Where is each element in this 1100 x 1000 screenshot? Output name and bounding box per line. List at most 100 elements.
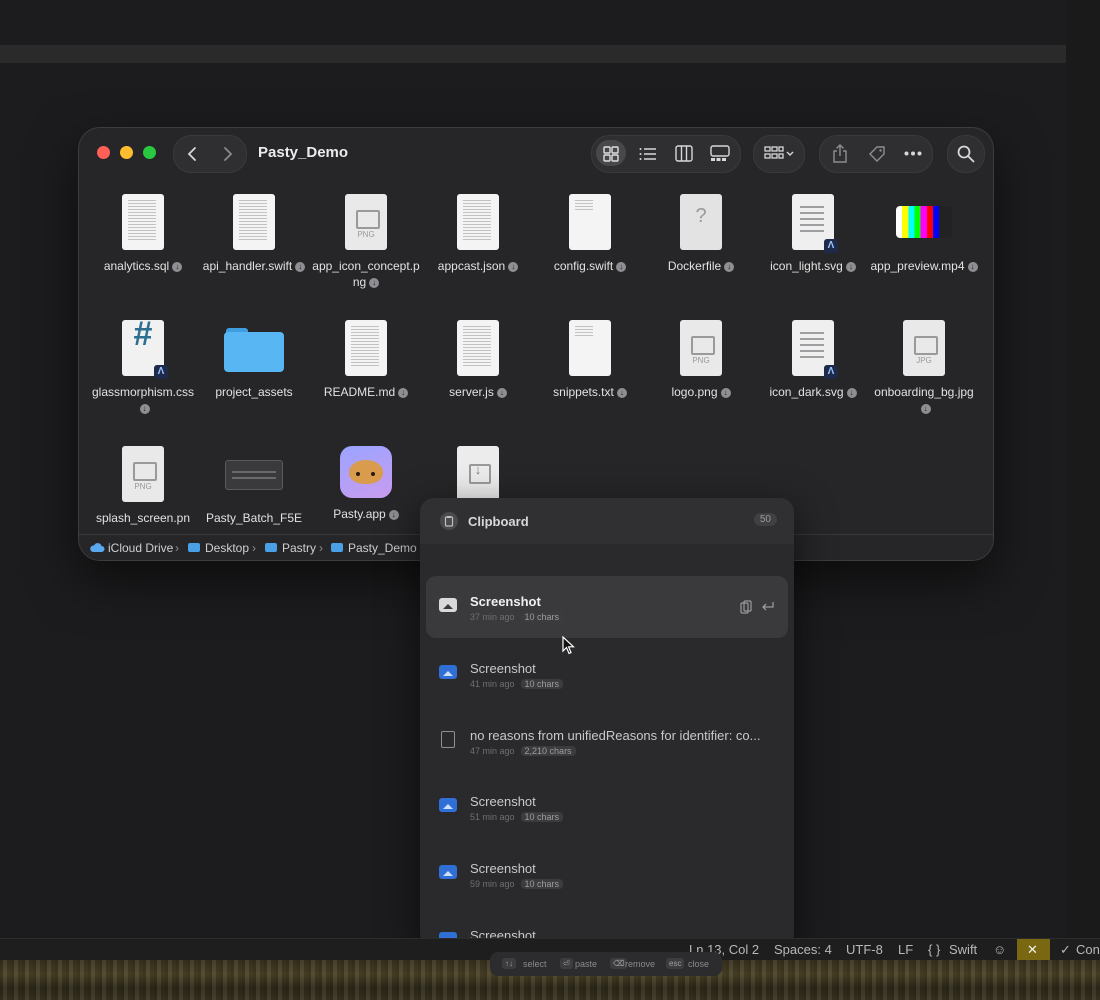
file-item[interactable]: Pasty.app ↓ [310,446,422,522]
pasty-app-icon [340,446,392,498]
file-extension-label: PNG [692,356,710,365]
file-name-label: server.js ↓ [422,384,534,400]
file-item[interactable]: README.md ↓ [310,320,422,400]
clipboard-item-title: no reasons from unifiedReasons for ident… [470,728,761,743]
cloud-download-icon[interactable]: ↓ [967,261,978,272]
file-item[interactable]: analytics.sql ↓ [87,194,199,274]
close-window-button[interactable] [97,146,110,159]
copy-icon[interactable] [740,600,752,614]
file-item[interactable]: PNG splash_screen.pn [87,446,199,526]
chevron-left-icon[interactable] [186,146,200,162]
cloud-download-icon[interactable]: ↓ [172,261,183,272]
document-icon [457,194,499,250]
clipboard-item-size: 2,210 chars [520,746,576,756]
cloud-download-icon[interactable]: ↓ [846,387,857,398]
cloud-download-icon[interactable]: ↓ [295,261,306,272]
group-grid-chevron-icon [764,146,794,159]
file-item[interactable]: api_handler.swift ↓ [198,194,310,274]
image-clip-icon [439,798,459,814]
cloud-download-icon[interactable]: ↓ [398,387,409,398]
clipboard-item-meta: 51 min ago 10 chars [470,812,564,822]
file-name: appcast.json [437,259,506,273]
search-button[interactable] [947,135,985,173]
clipboard-item-title: Screenshot [470,794,536,809]
file-item[interactable]: project_assets [198,320,310,400]
clipboard-item[interactable]: Screenshot 37 min ago 10 chars [426,576,788,638]
file-item[interactable]: server.js ↓ [422,320,534,400]
file-item[interactable]: Λicon_dark.svg ↓ [757,320,869,400]
file-name: server.js [449,385,494,399]
clipboard-header: Clipboard 50 [420,498,794,544]
encoding-setting[interactable]: UTF-8 [846,942,883,957]
cloud-download-icon[interactable]: ↓ [845,261,856,272]
file-name: onboarding_bg.jpg [874,385,974,399]
clipboard-item-time: 51 min ago [470,812,515,822]
clipboard-item[interactable]: no reasons from unifiedReasons for ident… [426,710,788,772]
clipboard-item-size: 10 chars [520,812,564,822]
copilot-icon[interactable]: ☺ [993,942,1006,957]
cloud-download-icon[interactable]: ↓ [139,403,150,414]
file-item[interactable]: # Λ glassmorphism.css ↓ [87,317,199,416]
cloud-download-icon[interactable]: ↓ [508,261,519,272]
tag-icon[interactable] [868,145,886,163]
path-segment-pasty-demo[interactable]: Pasty_Demo [348,541,417,555]
path-segment-icloud[interactable]: iCloud Drive [108,541,173,555]
clipboard-item-time: 37 min ago [470,612,515,622]
clipboard-item[interactable]: Screenshot 59 min ago 10 chars [426,843,788,905]
minimize-window-button[interactable] [120,146,133,159]
file-name-label: logo.png ↓ [645,384,757,400]
cloud-download-icon[interactable]: ↓ [720,387,731,398]
file-name-label: snippets.txt ↓ [534,384,646,400]
share-icon[interactable] [832,144,848,163]
clipboard-item-title: Screenshot [470,661,536,676]
cloud-download-icon[interactable]: ↓ [496,387,507,398]
file-item[interactable]: app_preview.mp4 ↓ [868,194,980,274]
video-file-icon [896,194,952,250]
column-view-icon[interactable] [675,145,693,162]
item-count-badge: 50 [753,513,777,526]
file-item[interactable]: Pasty_Batch_F5E [198,446,310,526]
path-segment-desktop[interactable]: Desktop [205,541,249,555]
cloud-download-icon[interactable]: ↓ [388,509,399,520]
chevron-right-icon[interactable] [220,146,234,162]
line-ending-setting[interactable]: LF [898,942,913,957]
file-item[interactable]: appcast.json ↓ [422,194,534,274]
file-item[interactable]: PNG logo.png ↓ [645,320,757,400]
language-mode[interactable]: Swift [949,942,977,957]
file-name: analytics.sql [103,259,170,273]
file-item[interactable]: PNG app_icon_concept.png ↓ [310,194,422,290]
file-item[interactable]: config.swift ↓ [534,194,646,274]
file-name-label: icon_dark.svg ↓ [757,384,869,400]
clipboard-item-time: 47 min ago [470,746,515,756]
folder-icon [224,320,284,376]
file-item[interactable]: ? Dockerfile ↓ [645,194,757,274]
image-file-icon: PNG [122,446,164,502]
zoom-window-button[interactable] [143,146,156,159]
indentation-setting[interactable]: Spaces: 4 [774,942,832,957]
path-separator: › [175,541,179,555]
clipboard-item[interactable]: Screenshot 41 min ago 10 chars [426,643,788,705]
cloud-download-icon[interactable]: ↓ [920,403,931,414]
group-by-button[interactable] [753,135,805,173]
cloud-download-icon[interactable]: ↓ [369,277,380,288]
file-name: icon_light.svg [770,259,843,273]
file-item[interactable]: JPG onboarding_bg.jpg ↓ [868,320,980,416]
file-item[interactable]: Λicon_light.svg ↓ [757,194,869,274]
icon-view-icon[interactable] [603,146,619,162]
path-segment-pastry[interactable]: Pastry [282,541,316,555]
clipboard-item[interactable]: Screenshot 51 min ago 10 chars [426,776,788,838]
gallery-view-icon[interactable] [710,145,730,162]
list-view-icon[interactable] [639,146,657,162]
more-icon[interactable] [904,151,922,156]
file-name: README.md [323,385,396,399]
cloud-download-icon[interactable]: ↓ [724,261,735,272]
document-icon [345,320,387,376]
hint-label: select [523,959,547,969]
language-braces-icon: { } [928,942,941,957]
file-name: glassmorphism.css [91,385,195,399]
file-item[interactable]: snippets.txt ↓ [534,320,646,400]
paste-return-icon[interactable] [761,601,775,613]
cloud-download-icon[interactable]: ↓ [616,261,627,272]
screenshot-thumbnail-icon [225,446,283,502]
cloud-download-icon[interactable]: ↓ [616,387,627,398]
